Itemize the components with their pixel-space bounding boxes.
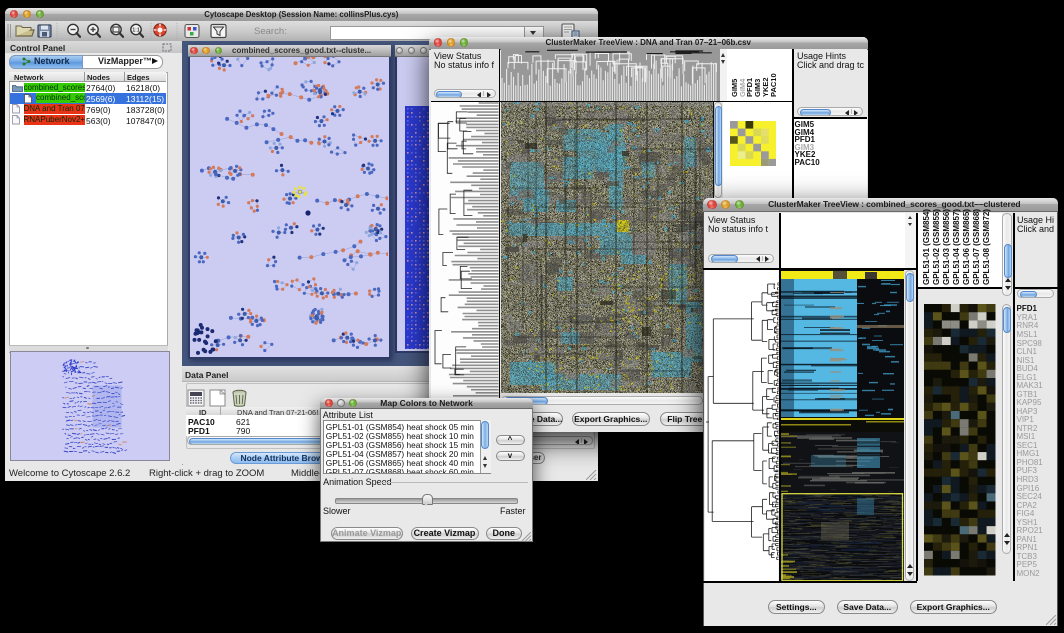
svg-text:Search:: Search: <box>254 26 287 37</box>
svg-text:1:1: 1:1 <box>132 28 139 34</box>
